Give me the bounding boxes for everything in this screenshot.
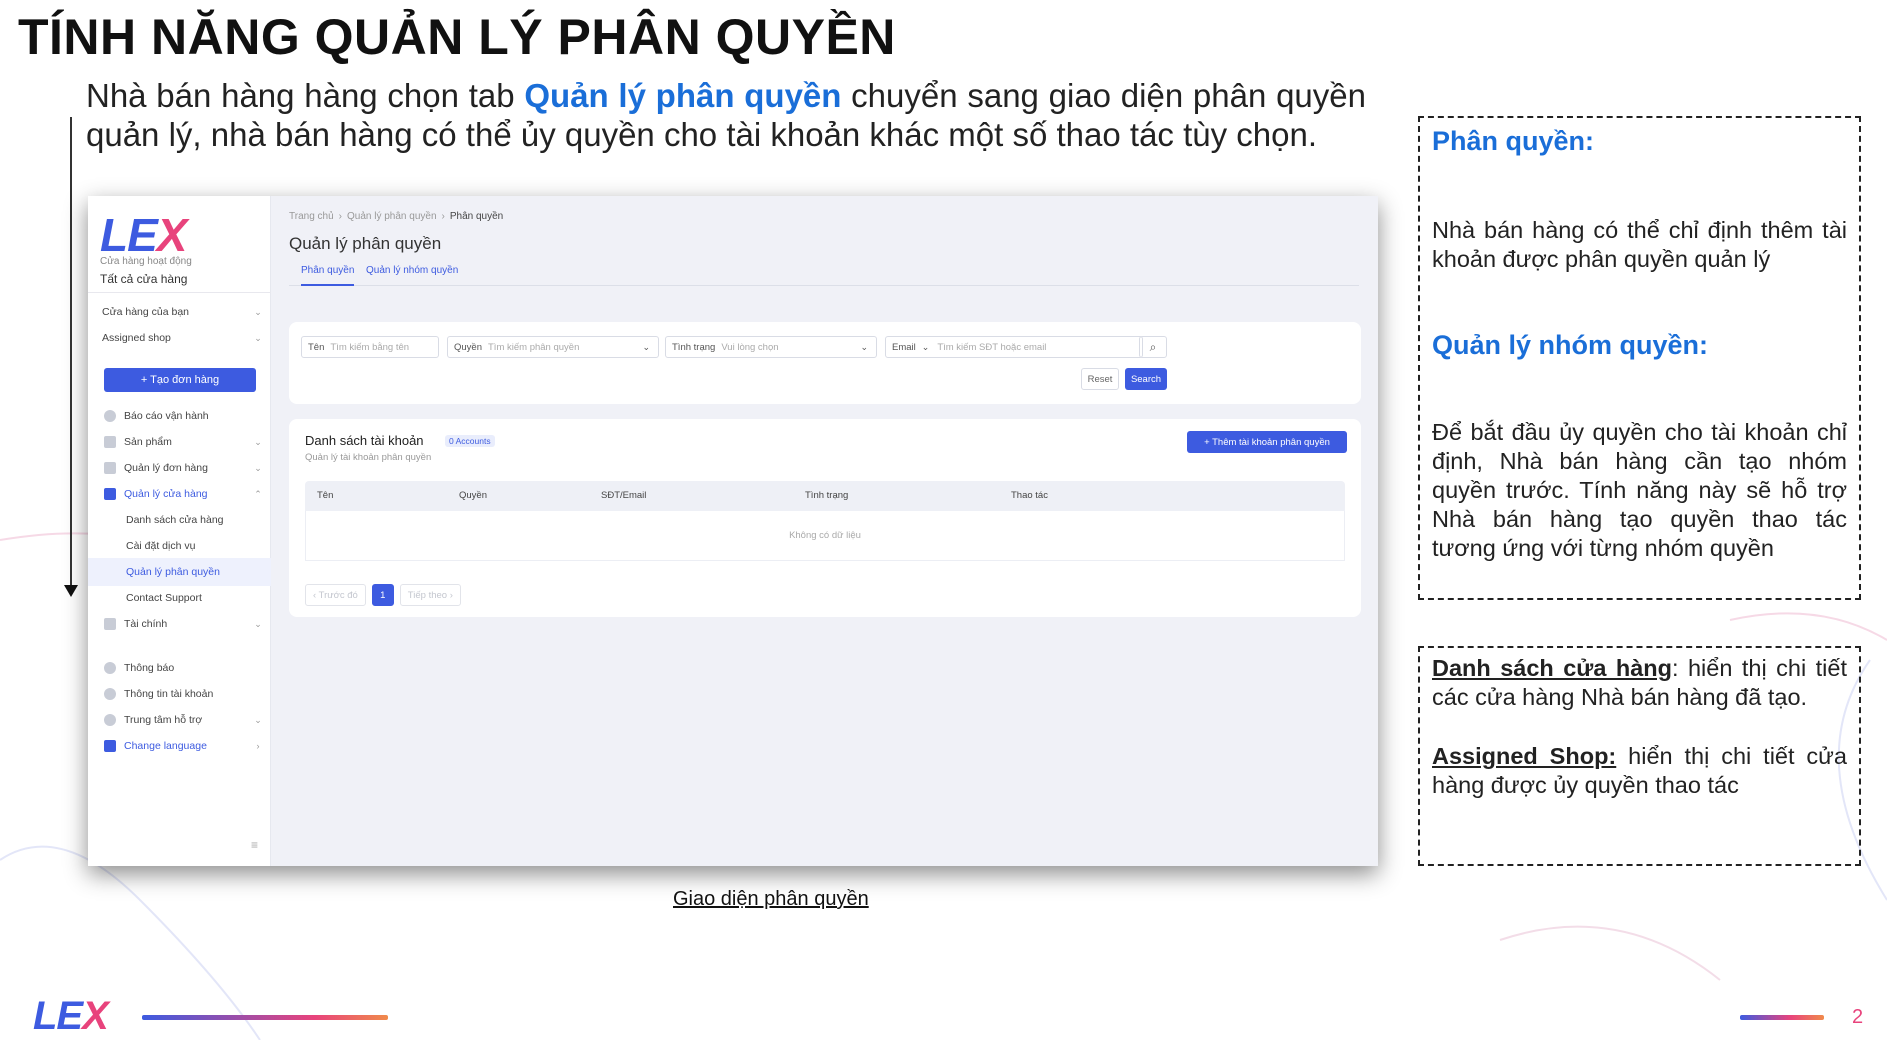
- page-title: Quản lý phân quyền: [289, 234, 442, 253]
- app-logo[interactable]: LEX: [100, 208, 187, 262]
- contact-search-input[interactable]: Email ⌄ Tìm kiếm SĐT hoặc email: [885, 336, 1143, 358]
- chevron-down-icon: ⌄: [254, 462, 262, 473]
- note-store-list: Danh sách cửa hàng: hiển thị chi tiết cá…: [1432, 655, 1847, 710]
- chevron-down-icon: ⌄: [254, 306, 262, 317]
- chevron-down-icon: ⌄: [254, 714, 262, 725]
- column-header-actions[interactable]: Thao tác: [1011, 490, 1048, 501]
- column-header-name[interactable]: Tên: [317, 490, 333, 501]
- main-content: Trang chủ › Quản lý phân quyền › Phân quyền …: [271, 196, 1378, 866]
- sidebar-item-change-language[interactable]: Change language ›: [88, 732, 271, 760]
- footer-gradient-bar-right: [1740, 1015, 1824, 1020]
- sidebar-item-assigned-shop[interactable]: Assigned shop ⌄: [88, 324, 271, 352]
- chevron-down-icon: ⌄: [254, 436, 262, 447]
- create-order-button[interactable]: + Tạo đơn hàng: [104, 368, 256, 392]
- store-selector[interactable]: Tất cả cửa hàng: [100, 272, 187, 286]
- intro-text-before: Nhà bán hàng hàng chọn tab: [86, 77, 525, 114]
- footer-logo: LEX: [33, 994, 109, 1038]
- reset-button[interactable]: Reset: [1081, 368, 1119, 390]
- language-icon: [104, 740, 116, 752]
- page-number-button[interactable]: 1: [371, 584, 394, 606]
- sidebar-item-store-management[interactable]: Quản lý cửa hàng ⌃: [88, 480, 271, 508]
- permission-notes-box: Phân quyền: Nhà bán hàng có thể chỉ định…: [1418, 116, 1861, 600]
- pagination: ‹ Trước đó 1 Tiếp theo ›: [305, 584, 461, 606]
- search-button[interactable]: Search: [1125, 368, 1167, 390]
- account-count-badge: 0 Accounts: [445, 435, 495, 447]
- note-text-permission-groups: Để bắt đầu ủy quyền cho tài khoản chỉ đị…: [1432, 419, 1847, 561]
- store-status: Cửa hàng hoạt động: [100, 256, 192, 267]
- app-screenshot: LEX Cửa hàng hoạt động Tất cả cửa hàng C…: [88, 196, 1378, 866]
- name-search-input[interactable]: Tên Tìm kiếm bằng tên: [301, 336, 439, 358]
- column-header-contact[interactable]: SĐT/Email: [601, 490, 646, 501]
- note-heading-permissions: Phân quyền:: [1432, 126, 1595, 156]
- role-search-select[interactable]: Quyền Tìm kiếm phân quyền ⌄: [447, 336, 659, 358]
- arrow-down-icon: [64, 585, 78, 597]
- tab-permissions[interactable]: Phân quyền: [301, 262, 355, 286]
- sidebar-item-notifications[interactable]: Thông báo: [88, 654, 271, 682]
- table-header: Tên Quyền SĐT/Email Tình trạng Thao tác: [305, 481, 1345, 511]
- collapse-sidebar-icon[interactable]: ≡: [251, 838, 258, 852]
- account-list-title: Danh sách tài khoản: [305, 433, 424, 448]
- table-body: Không có dữ liệu: [305, 511, 1345, 561]
- status-select[interactable]: Tình trạng Vui lòng chọn ⌄: [665, 336, 877, 358]
- flow-arrow-line: [70, 117, 72, 587]
- note-assigned-shop: Assigned Shop: hiển thị chi tiết cửa hàn…: [1432, 743, 1847, 798]
- next-page-button[interactable]: Tiếp theo ›: [399, 584, 461, 606]
- sidebar-item-finance[interactable]: Tài chính ⌄: [88, 610, 271, 638]
- prev-page-button[interactable]: ‹ Trước đó: [305, 584, 366, 606]
- bell-icon: [104, 662, 116, 674]
- chevron-down-icon: ⌄: [921, 341, 930, 352]
- search-icon[interactable]: ⌕: [1139, 336, 1167, 358]
- store-notes-box: Danh sách cửa hàng: hiển thị chi tiết cá…: [1418, 646, 1861, 866]
- slide-title: TÍNH NĂNG QUẢN LÝ PHÂN QUYỀN: [18, 9, 896, 65]
- sidebar-item-service-settings[interactable]: Cài đặt dịch vụ: [88, 532, 271, 560]
- sidebar-item-operation-report[interactable]: Báo cáo vận hành: [88, 402, 271, 430]
- note-term-store-list: Danh sách cửa hàng: [1432, 655, 1672, 681]
- note-term-assigned-shop: Assigned Shop:: [1432, 743, 1617, 769]
- sidebar-item-orders[interactable]: Quản lý đơn hàng ⌄: [88, 454, 271, 482]
- chevron-down-icon: ⌄: [254, 332, 262, 343]
- note-heading-permission-groups: Quản lý nhóm quyền:: [1432, 330, 1709, 360]
- sidebar-item-contact-support[interactable]: Contact Support: [88, 584, 271, 612]
- sidebar-item-store-list[interactable]: Danh sách cửa hàng: [88, 506, 271, 534]
- product-icon: [104, 436, 116, 448]
- chevron-up-icon: ⌃: [254, 488, 262, 499]
- intro-highlight: Quản lý phân quyền: [524, 77, 842, 114]
- report-icon: [104, 410, 116, 422]
- chevron-right-icon: ›: [256, 741, 260, 751]
- note-text-permissions: Nhà bán hàng có thể chỉ định thêm tài kh…: [1432, 217, 1847, 272]
- sidebar-divider: [88, 292, 271, 293]
- empty-state: Không có dữ liệu: [789, 530, 861, 541]
- sidebar-item-products[interactable]: Sản phẩm ⌄: [88, 428, 271, 456]
- chevron-down-icon: ⌄: [642, 341, 650, 352]
- filter-panel: Tên Tìm kiếm bằng tên Quyền Tìm kiếm phân …: [289, 322, 1361, 404]
- chevron-down-icon: ⌄: [860, 341, 868, 352]
- breadcrumb-home[interactable]: Trang chủ: [289, 211, 334, 222]
- sidebar: LEX Cửa hàng hoạt động Tất cả cửa hàng C…: [88, 196, 271, 866]
- breadcrumb-permission-management[interactable]: Quản lý phân quyền: [347, 211, 437, 222]
- page-number: 2: [1852, 1006, 1864, 1028]
- screenshot-caption: Giao diện phân quyền: [673, 888, 869, 910]
- sidebar-item-permission-management[interactable]: Quản lý phân quyền: [88, 558, 271, 586]
- contact-type-select[interactable]: Email: [886, 342, 922, 353]
- user-icon: [104, 688, 116, 700]
- store-icon: [104, 488, 116, 500]
- sidebar-item-account-info[interactable]: Thông tin tài khoản: [88, 680, 271, 708]
- breadcrumb: Trang chủ › Quản lý phân quyền › Phân quyền: [289, 211, 504, 222]
- column-header-status[interactable]: Tình trạng: [805, 490, 848, 501]
- intro-paragraph: Nhà bán hàng hàng chọn tab Quản lý phân …: [86, 76, 1366, 154]
- finance-icon: [104, 618, 116, 630]
- sidebar-item-your-stores[interactable]: Cửa hàng của bạn ⌄: [88, 298, 271, 326]
- help-icon: [104, 714, 116, 726]
- chevron-down-icon: ⌄: [254, 618, 262, 629]
- account-list-subtitle: Quản lý tài khoản phân quyền: [305, 452, 432, 463]
- column-header-role[interactable]: Quyền: [459, 490, 487, 501]
- breadcrumb-current: Phân quyền: [449, 211, 504, 222]
- account-list-card: Danh sách tài khoản 0 Accounts Quản lý t…: [289, 419, 1361, 617]
- tab-permission-groups[interactable]: Quản lý nhóm quyền: [366, 262, 458, 286]
- sidebar-item-help-center[interactable]: Trung tâm hỗ trợ ⌄: [88, 706, 271, 734]
- add-permission-account-button[interactable]: + Thêm tài khoản phân quyền: [1187, 431, 1347, 453]
- tab-bar: Phân quyền Quản lý nhóm quyền: [289, 262, 1359, 286]
- order-icon: [104, 462, 116, 474]
- footer-gradient-bar: [142, 1015, 388, 1020]
